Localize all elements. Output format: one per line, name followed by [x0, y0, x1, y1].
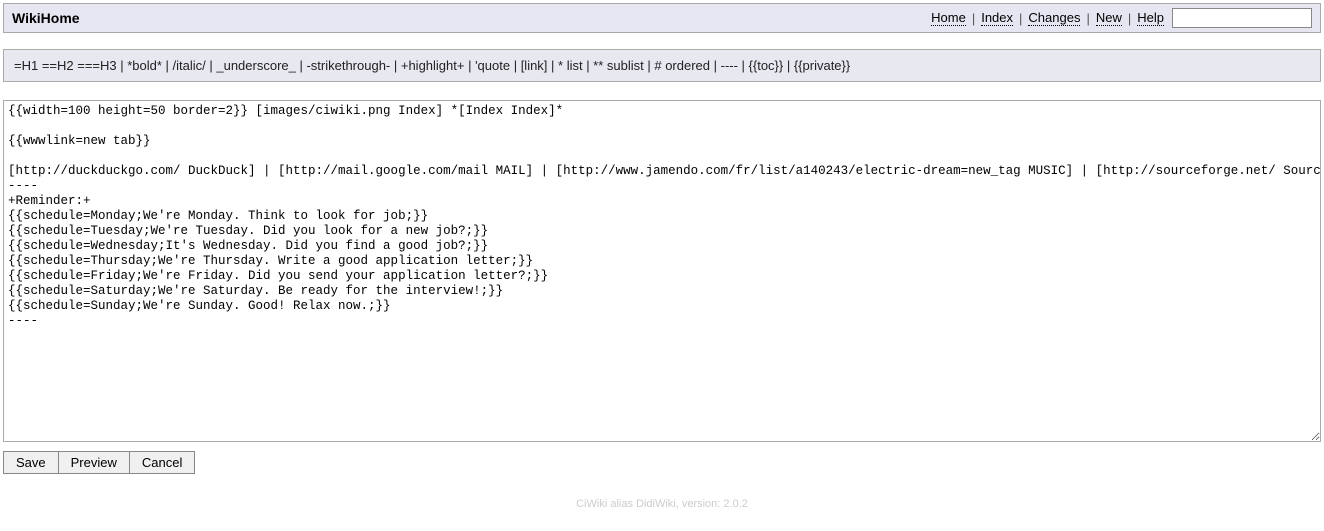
header-links: Home | Index | Changes | New | Help	[931, 8, 1312, 28]
nav-index[interactable]: Index	[981, 10, 1013, 26]
wiki-editor-textarea[interactable]	[3, 100, 1321, 442]
nav-changes[interactable]: Changes	[1028, 10, 1080, 26]
button-row: Save Preview Cancel	[3, 451, 1321, 474]
separator: |	[972, 11, 975, 26]
separator: |	[1019, 11, 1022, 26]
cancel-button[interactable]: Cancel	[129, 451, 195, 474]
header-bar: WikiHome Home | Index | Changes | New | …	[3, 3, 1321, 33]
separator: |	[1128, 11, 1131, 26]
save-button[interactable]: Save	[3, 451, 59, 474]
search-input[interactable]	[1172, 8, 1312, 28]
nav-new[interactable]: New	[1096, 10, 1122, 26]
separator: |	[1086, 11, 1089, 26]
editor-wrap	[3, 100, 1321, 445]
nav-home[interactable]: Home	[931, 10, 966, 26]
preview-button[interactable]: Preview	[58, 451, 130, 474]
syntax-hint-bar: =H1 ==H2 ===H3 | *bold* | /italic/ | _un…	[3, 49, 1321, 82]
footer-text: CiWiki alias DidiWiki, version: 2.0.2	[0, 492, 1324, 516]
page-title: WikiHome	[12, 10, 80, 26]
nav-help[interactable]: Help	[1137, 10, 1164, 26]
